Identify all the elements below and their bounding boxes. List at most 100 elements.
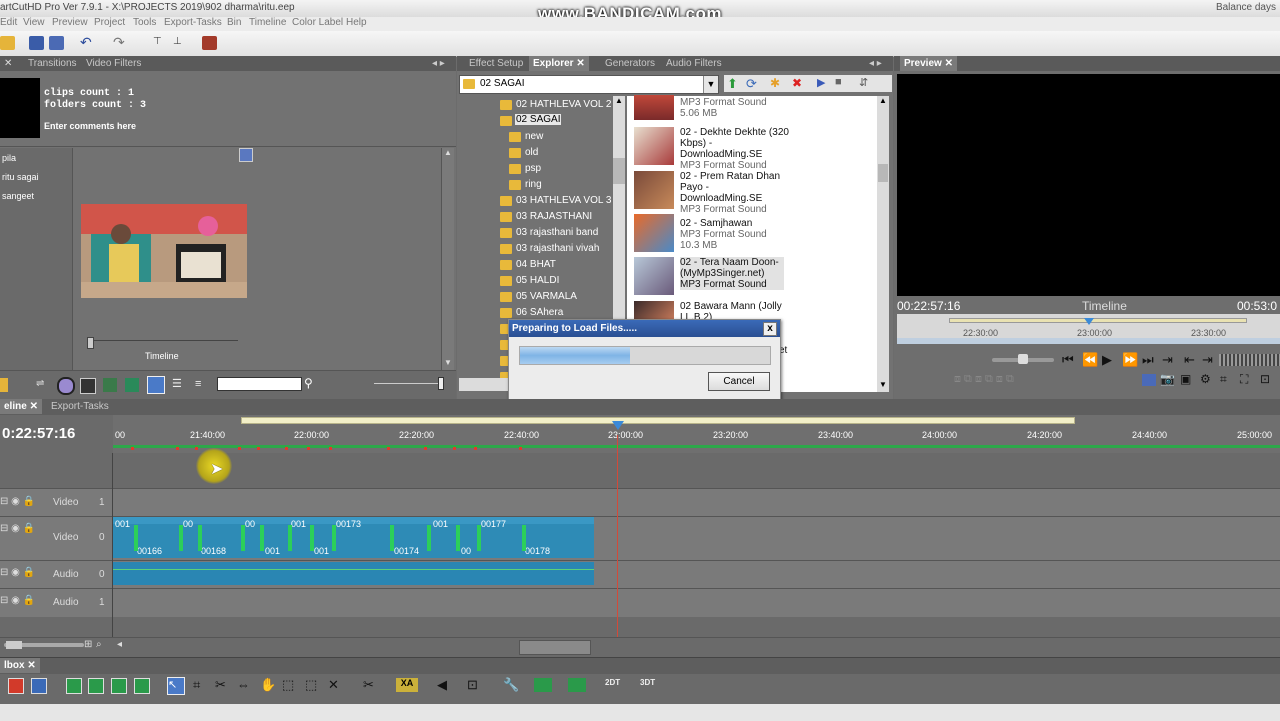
tab-timeline[interactable]: eline ✕ [0,399,42,414]
transition-marker[interactable] [477,525,481,551]
tree-item[interactable]: 02 HATHLEVA VOL 2 [516,99,611,110]
tree-item[interactable]: 06 SAhera [516,307,563,318]
preview-ruler[interactable]: 22:30:00 23:00:00 23:30:00 [897,314,1280,344]
track-lock-icon[interactable]: ⊟ ◉ 🔒 [0,496,35,507]
monitor-icon[interactable]: ▣ [1180,372,1191,386]
prev-edit-icon[interactable]: ⏮ [1062,352,1074,368]
transition-marker[interactable] [288,525,292,551]
view-options-icon[interactable]: ⇵ [859,76,868,89]
bin-item[interactable]: pila [2,153,16,163]
transition-marker[interactable] [179,525,183,551]
bin-tool-icon[interactable] [103,378,117,392]
path-combobox[interactable]: 02 SAGAI ▼ [459,75,719,94]
play-icon[interactable]: ▶ [817,76,825,89]
render-icon[interactable] [202,36,217,50]
track-lock-icon[interactable]: ⊟ ◉ 🔒 [0,523,35,534]
preview-scroll[interactable] [897,338,1280,344]
playhead-marker[interactable] [1084,318,1094,325]
tree-item[interactable]: 05 HALDI [516,275,559,286]
grid-tool-icon[interactable]: ⌗ [193,677,200,693]
transition-marker[interactable] [390,525,394,551]
comments-field[interactable]: Enter comments here [44,121,136,131]
scroll-up-icon[interactable]: ▲ [613,96,625,108]
redo-icon[interactable]: ↷ [113,35,128,50]
tree-item[interactable]: 03 rajasthani vivah [516,243,599,254]
close-icon[interactable]: ✕ [945,58,953,69]
next-edit-icon[interactable]: ⏭ [1142,352,1154,368]
tool-icon-1[interactable]: ⊤ [153,36,168,50]
wrench-tool-icon[interactable]: 🔧 [503,677,519,693]
shuttle-bar[interactable] [1219,354,1280,366]
transition-marker[interactable] [456,525,460,551]
tab-video-filters[interactable]: Video Filters [82,56,145,71]
tab-audio-filters[interactable]: Audio Filters [662,56,726,71]
bin-tool-icon[interactable]: ⇌ [36,378,50,392]
slip-tool-icon[interactable]: ⇔ [237,677,250,692]
zoom-slider-handle[interactable] [6,641,22,649]
mark-out-icon[interactable]: ⇥ [1202,352,1213,368]
delete-tool-icon[interactable]: ✕ [328,677,339,693]
zoom-slider-handle[interactable] [438,377,444,390]
gear-icon[interactable]: ⚙ [1200,372,1211,386]
preview-slider-handle[interactable] [87,337,94,349]
toolbox-icon[interactable] [534,678,552,692]
tree-item[interactable]: psp [525,163,541,174]
track-lock-icon[interactable]: ⊟ ◉ 🔒 [0,567,35,578]
stop-icon[interactable]: ■ [835,76,842,88]
tree-item[interactable]: 03 RAJASTHANI [516,211,592,222]
menu-bin[interactable]: Bin [227,17,241,28]
scroll-thumb[interactable] [613,158,625,184]
transition-marker[interactable] [332,525,336,551]
volume-tool-icon[interactable]: ◀ [437,677,447,693]
fullscreen-icon[interactable]: ⛶ [1240,372,1248,387]
transition-marker[interactable] [427,525,431,551]
list-view-icon[interactable]: ☰ [172,378,186,392]
tree-item[interactable]: ring [525,179,542,190]
menu-export-tasks[interactable]: Export-Tasks [164,17,222,28]
file-item-highlighted[interactable]: 02 - Tera Naam Doon-(MyMp3Singer.net) MP3… [634,257,884,297]
grid-view-icon[interactable] [147,376,165,394]
select-tool-icon[interactable]: ↖ [167,677,185,695]
text-tool-icon[interactable]: XA [396,678,418,692]
range-tool-icon[interactable]: ⬚ [282,677,294,693]
bin-tool-icon[interactable] [125,378,139,392]
record-icon[interactable] [1142,374,1156,386]
bin-item[interactable]: ritu sagai [2,172,39,182]
toolbox-icon[interactable] [134,678,150,694]
3dt-button[interactable]: 3DT [640,678,655,687]
tool-icon-2[interactable]: ⊥ [173,36,188,50]
tab-effect-setup[interactable]: Effect Setup [465,56,527,71]
edit-tool-icons[interactable]: ⧈ ⧉ ⧈ ⧉ ⧈ ⧉ [954,373,1014,386]
menu-preview[interactable]: Preview [52,17,88,28]
tab-toolbox[interactable]: lbox ✕ [0,658,40,673]
up-folder-icon[interactable]: ⬆ [727,76,738,92]
timeline-scroll-thumb[interactable] [519,640,591,655]
file-item[interactable]: 02 - Dekhte Dekhte (320 Kbps) - Download… [634,127,884,171]
audio-volume-line[interactable] [113,569,594,570]
zoom-slider-track[interactable] [374,383,440,384]
clip-tool-icon[interactable]: ⊡ [467,677,478,693]
fast-forward-icon[interactable]: ⏩ [1122,352,1138,368]
refresh-icon[interactable]: ⟳ [746,76,757,92]
tree-item[interactable]: old [525,147,538,158]
tree-item[interactable]: 04 BHAT [516,259,556,270]
mark-in-icon[interactable]: ⇤ [1184,352,1195,368]
zoom-fit-icon[interactable]: ⌕ [96,639,102,650]
file-item[interactable]: 02 Bawara Mann (Jolly LL.B 2) [634,301,884,321]
audio-clip[interactable] [113,562,594,585]
toolbox-icon[interactable] [568,678,586,692]
cancel-button[interactable]: Cancel [708,372,770,391]
bin-search-input[interactable] [217,377,302,391]
file-item[interactable]: MP3 Format Sound 5.06 MB [634,95,884,125]
scroll-up-icon[interactable]: ▲ [442,148,454,160]
bin-tool-icon[interactable] [80,378,96,394]
bin-item[interactable]: sangeet [2,191,34,201]
bin-tool-icon[interactable] [0,378,8,392]
transition-marker[interactable] [260,525,264,551]
close-icon[interactable]: x [763,322,777,336]
delete-icon[interactable]: ✖ [792,76,802,90]
detail-view-icon[interactable]: ≡ [195,378,209,392]
transition-marker[interactable] [241,525,245,551]
tab-export-tasks[interactable]: Export-Tasks [47,399,113,414]
transition-marker[interactable] [198,525,202,551]
